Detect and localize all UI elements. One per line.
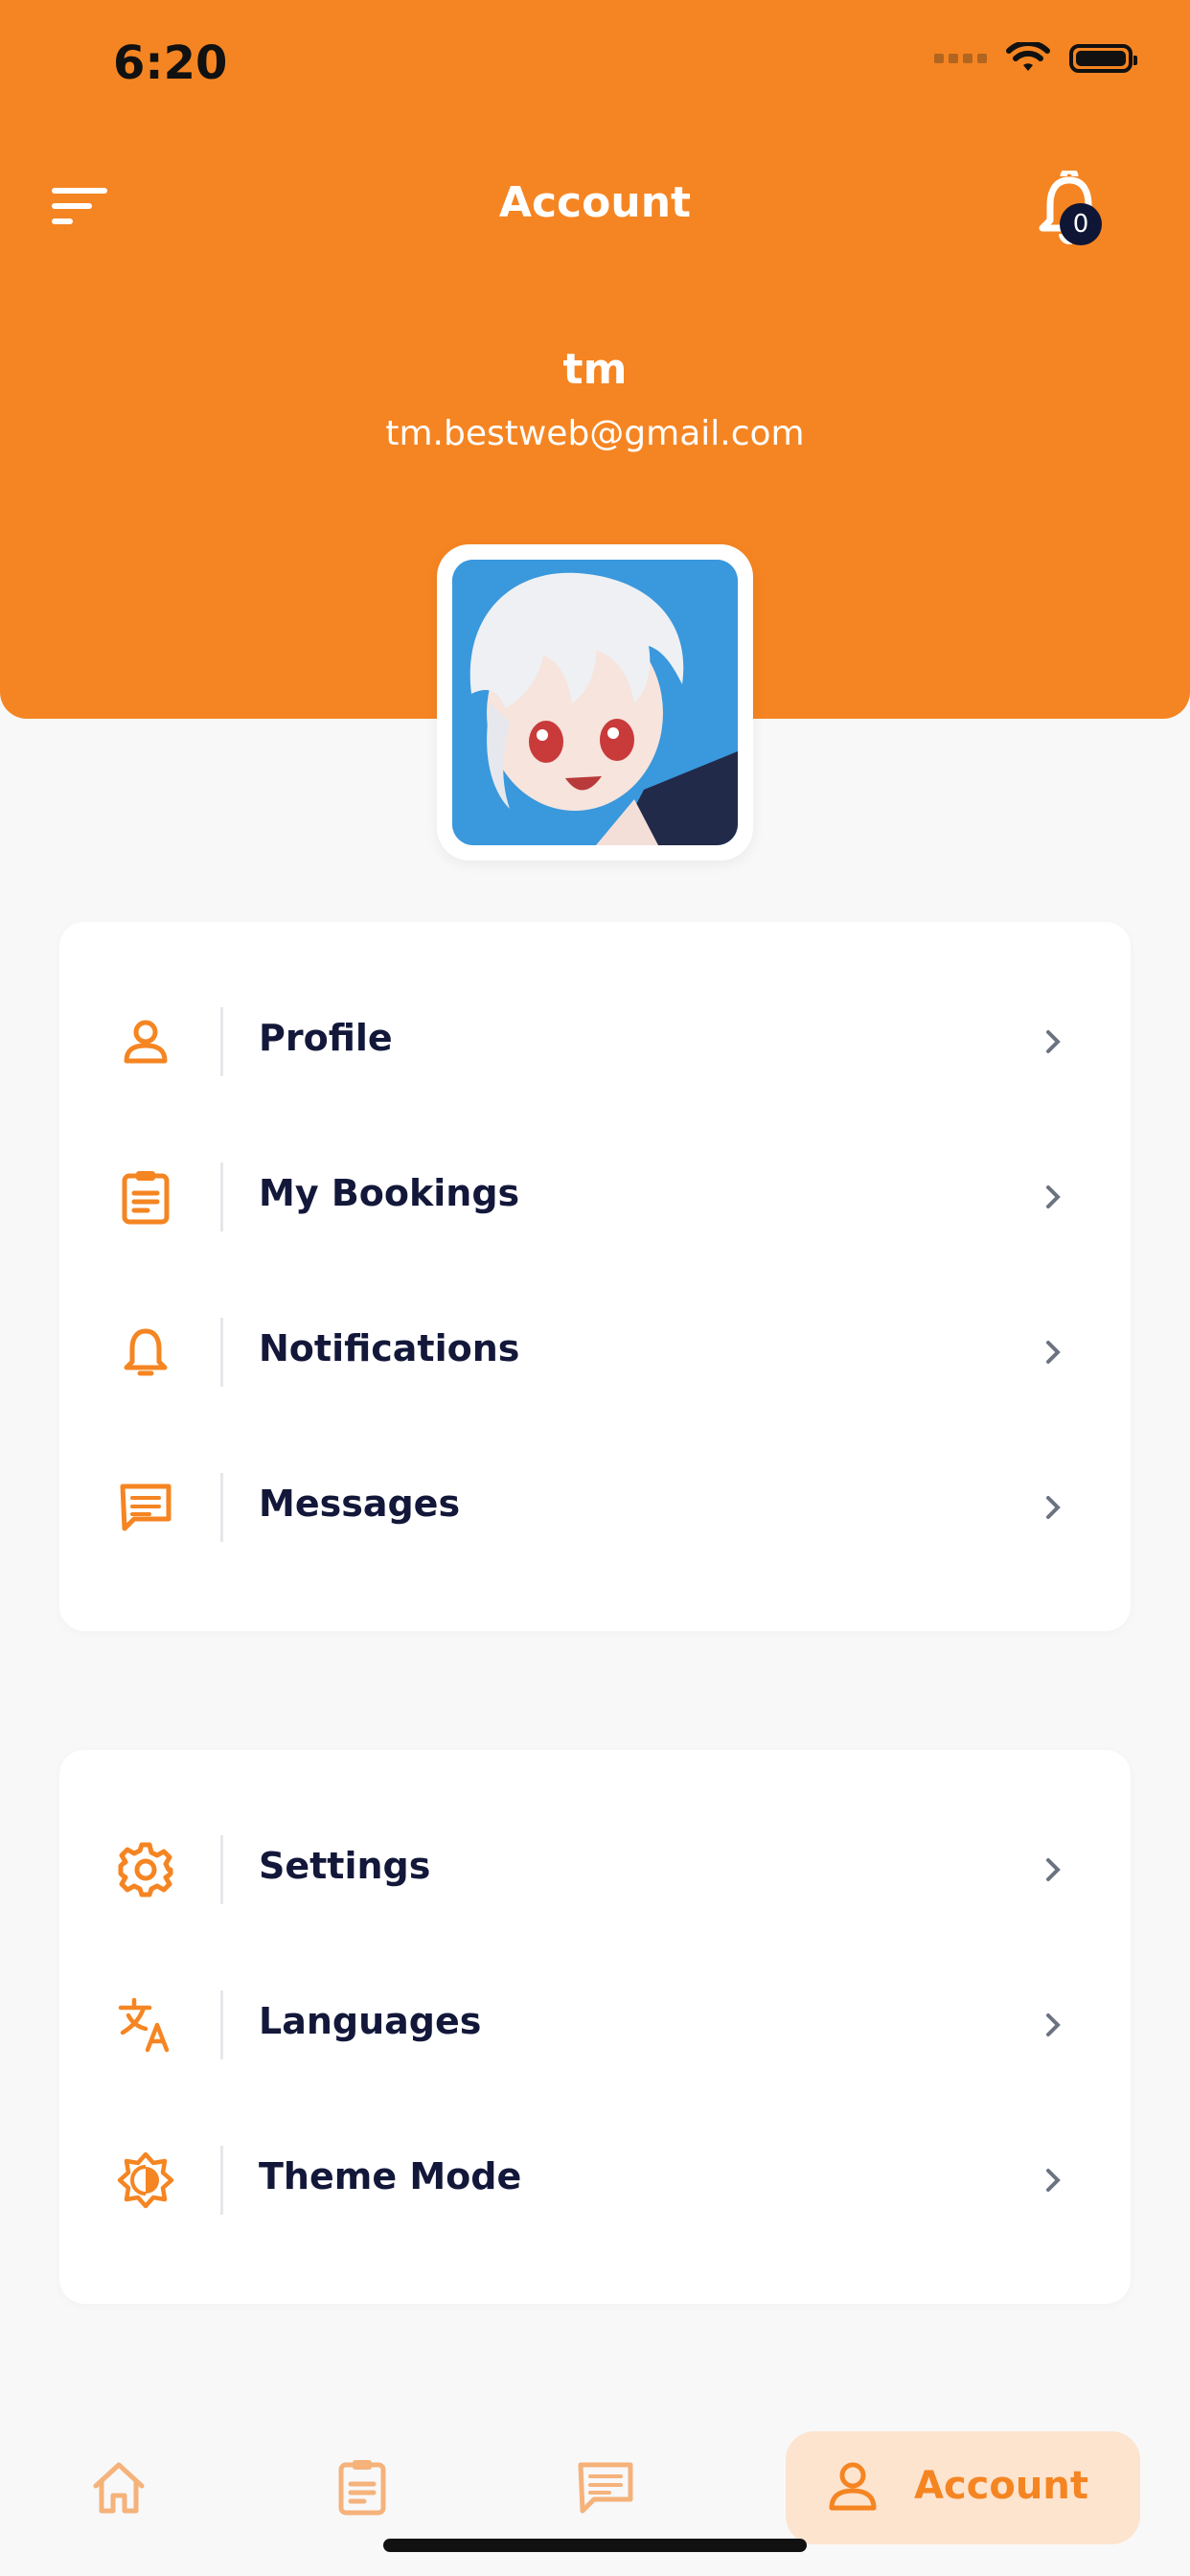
row-divider: [220, 1473, 223, 1542]
bell-icon: [124, 1328, 168, 1376]
clipboard-icon[interactable]: [332, 2457, 393, 2518]
status-time: 6:20: [113, 36, 228, 90]
translate-icon: [118, 1997, 170, 2053]
menu-item-languages[interactable]: Languages: [59, 1977, 1131, 2073]
row-divider: [220, 1162, 223, 1231]
person-icon: [829, 2462, 877, 2511]
home-icon[interactable]: [88, 2457, 149, 2518]
menu-item-profile[interactable]: Profile: [59, 994, 1131, 1090]
menu-item-theme-mode[interactable]: Theme Mode: [59, 2132, 1131, 2228]
cellular-signal-icon: [934, 54, 987, 63]
person-icon: [124, 1020, 168, 1064]
menu-item-messages[interactable]: Messages: [59, 1460, 1131, 1555]
home-indicator: [383, 2539, 807, 2552]
chevron-right-icon: [1046, 1030, 1061, 1053]
battery-icon: [1069, 44, 1137, 73]
menu-item-label: Settings: [259, 1845, 431, 1887]
menu-item-label: Notifications: [259, 1327, 520, 1369]
chevron-right-icon: [1046, 2169, 1061, 2192]
avatar-image: [452, 560, 738, 845]
row-divider: [220, 1835, 223, 1904]
user-name: tm: [562, 345, 628, 394]
chevron-right-icon: [1046, 1341, 1061, 1364]
tab-account[interactable]: Account: [786, 2431, 1140, 2544]
chevron-right-icon: [1046, 1858, 1061, 1881]
row-divider: [220, 1990, 223, 2059]
page-title: Account: [498, 178, 692, 227]
message-icon[interactable]: [575, 2457, 636, 2518]
gear-icon: [118, 1842, 173, 1898]
message-icon: [120, 1484, 172, 1531]
menu-item-my-bookings[interactable]: My Bookings: [59, 1149, 1131, 1245]
anime-portrait-image: [452, 560, 738, 845]
avatar[interactable]: [437, 544, 753, 861]
row-divider: [220, 1318, 223, 1387]
menu-item-label: Theme Mode: [259, 2155, 522, 2197]
brightness-icon: [117, 2151, 174, 2209]
row-divider: [220, 1007, 223, 1076]
tab-account-label: Account: [914, 2464, 1088, 2508]
menu-item-label: Languages: [259, 2000, 482, 2042]
menu-item-notifications[interactable]: Notifications: [59, 1304, 1131, 1400]
menu-item-label: Profile: [259, 1017, 393, 1059]
menu-item-label: Messages: [259, 1483, 461, 1525]
preferences-menu-card: Settings Languages Theme Mode: [59, 1750, 1131, 2304]
clipboard-icon: [122, 1171, 170, 1225]
notification-count-badge: 0: [1060, 203, 1102, 245]
wifi-icon: [1006, 42, 1050, 71]
chevron-right-icon: [1046, 2013, 1061, 2036]
row-divider: [220, 2146, 223, 2215]
menu-item-settings[interactable]: Settings: [59, 1822, 1131, 1918]
chevron-right-icon: [1046, 1496, 1061, 1519]
chevron-right-icon: [1046, 1185, 1061, 1208]
account-menu-card: Profile My Bookings Notifications Messag…: [59, 922, 1131, 1631]
status-icons: [934, 42, 1137, 75]
menu-item-label: My Bookings: [259, 1172, 520, 1214]
user-email: tm.bestweb@gmail.com: [385, 414, 805, 453]
